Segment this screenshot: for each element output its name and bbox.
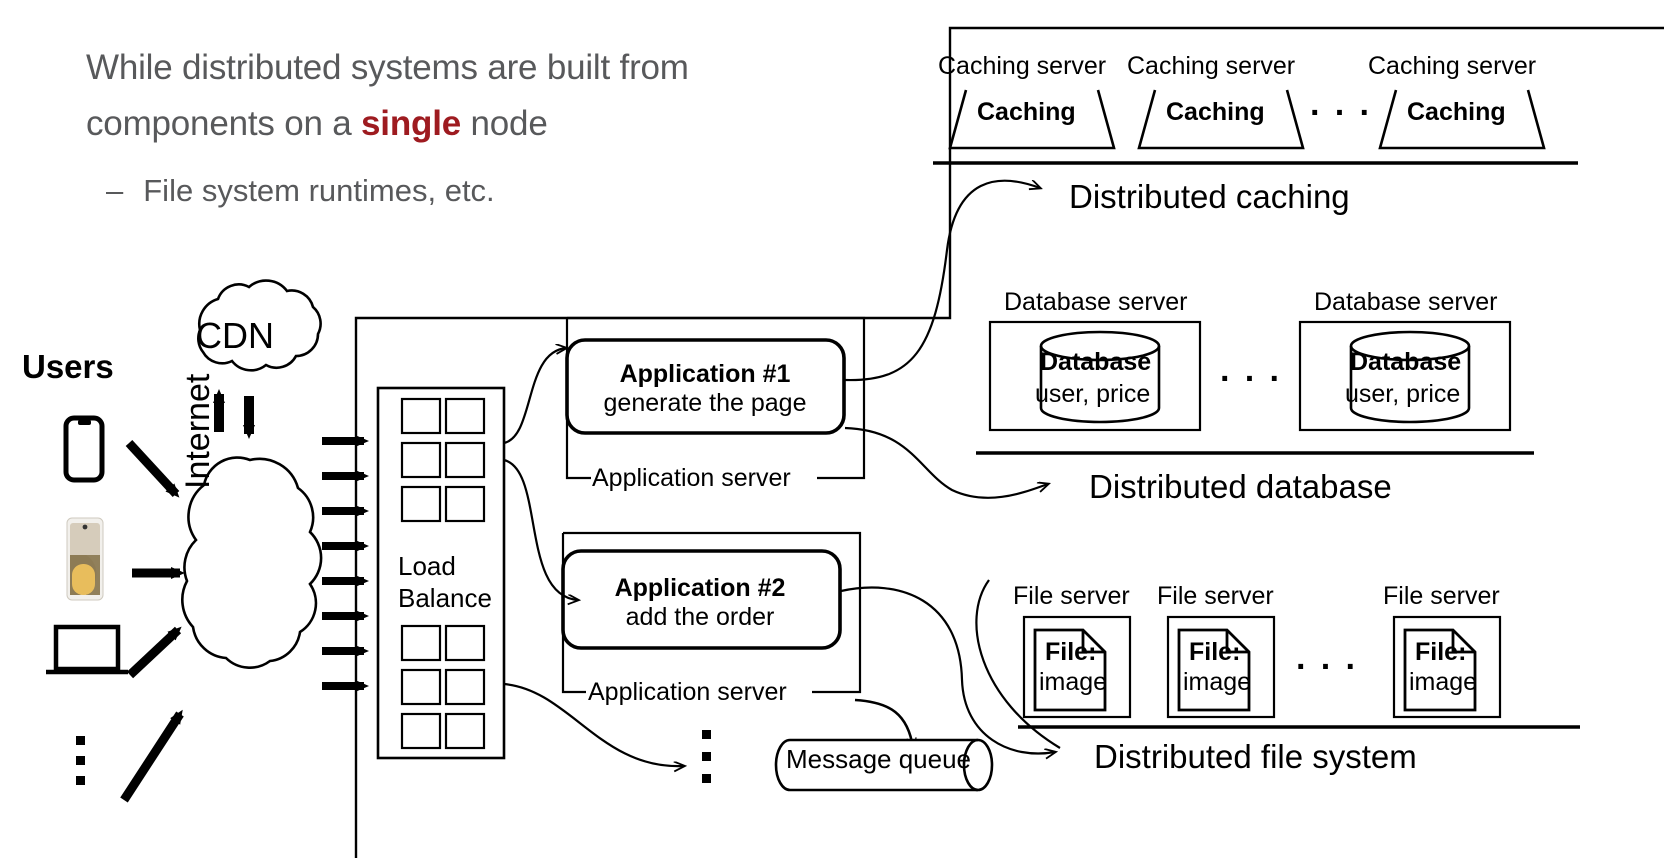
caching-tier-ellipsis: · · · [1310, 94, 1373, 132]
file-server-2 [1166, 615, 1276, 719]
internet-label: Internet [179, 373, 217, 489]
caching-server-3-body-label: Caching [1407, 98, 1506, 126]
application-2-subtitle: add the order [625, 603, 775, 631]
more-users-ellipsis [76, 736, 85, 785]
cdn-internet-arrows [213, 389, 255, 439]
caching-server-2-body-label: Caching [1166, 98, 1265, 126]
application-2-text: Application #2 add the order [570, 574, 830, 632]
application-server-2-label: Application server [588, 678, 787, 706]
database-server-2-title: Database [1350, 348, 1462, 376]
message-queue-label: Message queue [786, 744, 972, 774]
database-server-1-title: Database [1040, 348, 1152, 376]
laptop-icon [46, 624, 128, 675]
more-applications-ellipsis [702, 730, 711, 783]
application-2-title: Application #2 [614, 574, 786, 602]
smartphone-icon [63, 415, 105, 483]
user-to-internet-arrows [120, 439, 185, 803]
tablet-icon [66, 517, 104, 601]
bullet-dash: – [106, 173, 124, 208]
file-server-2-title: File: [1189, 638, 1241, 666]
file-server-2-label: File server [1157, 582, 1274, 610]
bullet-primary: While distributed systems are built from… [86, 40, 826, 152]
database-server-2-subtitle: user, price [1345, 380, 1461, 408]
application-1-text: Application #1 generate the page [575, 360, 835, 418]
load-balancer-label: Load Balance [398, 550, 508, 614]
users-label: Users [22, 348, 114, 385]
internet-to-lb-arrows [322, 435, 369, 692]
slide-canvas: While distributed systems are built from… [0, 0, 1664, 858]
file-server-3 [1392, 615, 1502, 719]
bullet-text-block: While distributed systems are built from… [86, 40, 826, 216]
caching-server-1-label: Caching server [938, 52, 1107, 80]
caching-server-3-label: Caching server [1368, 52, 1537, 80]
load-balancer-label-line2: Balance [398, 583, 492, 613]
file-server-1-label: File server [1013, 582, 1130, 610]
file-tier-caption: Distributed file system [1094, 738, 1417, 775]
database-tier-ellipsis: · · · [1220, 360, 1283, 398]
application-1-title: Application #1 [619, 360, 791, 388]
app1-to-database-connector [844, 426, 1048, 499]
file-server-1-title: File: [1045, 638, 1097, 666]
file-server-3-subtitle: image [1409, 668, 1478, 696]
file-server-3-title: File: [1415, 638, 1467, 666]
file-server-2-subtitle: image [1183, 668, 1252, 696]
internet-cloud-icon [181, 456, 323, 669]
database-server-1-subtitle: user, price [1035, 380, 1151, 408]
file-server-1-subtitle: image [1039, 668, 1108, 696]
lb-to-app1-connector [503, 348, 566, 445]
database-server-2-label: Database server [1314, 288, 1498, 316]
application-server-1-label: Application server [592, 464, 791, 492]
bullet-secondary: – File system runtimes, etc. [86, 166, 826, 216]
bullet-primary-part2: node [461, 104, 548, 143]
database-server-1-label: Database server [1004, 288, 1188, 316]
caching-server-2-label: Caching server [1127, 52, 1296, 80]
caching-server-1-body-label: Caching [977, 98, 1076, 126]
file-server-3-label: File server [1383, 582, 1500, 610]
caching-tier-caption: Distributed caching [1069, 178, 1350, 215]
file-tier-ellipsis: · · · [1296, 648, 1359, 686]
application-1-subtitle: generate the page [603, 389, 807, 417]
file-server-1 [1022, 615, 1132, 719]
bullet-accent-word: single [361, 104, 461, 143]
database-tier-caption: Distributed database [1089, 468, 1392, 505]
load-balancer-label-line1: Load [398, 551, 456, 581]
bullet-secondary-label: File system runtimes, etc. [143, 173, 495, 208]
